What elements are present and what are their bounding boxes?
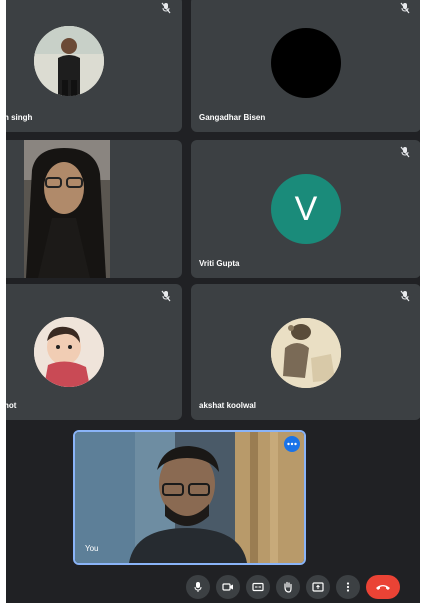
mic-icon xyxy=(194,582,202,592)
present-button[interactable] xyxy=(306,575,330,599)
captions-icon xyxy=(252,582,264,592)
mic-off-icon xyxy=(400,146,410,158)
participant-avatar xyxy=(271,28,341,98)
more-horiz-icon xyxy=(287,442,297,446)
participant-name: hot xyxy=(6,401,17,410)
self-video xyxy=(75,432,304,563)
mic-off-icon xyxy=(161,290,171,302)
participant-name: Gangadhar Bisen xyxy=(199,113,266,122)
leave-call-button[interactable] xyxy=(366,575,400,599)
participant-name: akshat koolwal xyxy=(199,401,256,410)
mic-off-icon xyxy=(400,2,410,14)
participant-tile[interactable]: Gangadhar Bisen xyxy=(191,0,420,132)
phone-end-icon xyxy=(376,585,390,590)
camera-button[interactable] xyxy=(216,575,240,599)
mic-off-icon xyxy=(400,290,410,302)
mic-off-icon xyxy=(161,2,171,14)
more-options-button[interactable] xyxy=(336,575,360,599)
meeting-stage: h singh Gangadhar Bisen i xyxy=(6,0,420,603)
captions-button[interactable] xyxy=(246,575,270,599)
avatar-letter: V xyxy=(294,189,318,228)
mic-button[interactable] xyxy=(186,575,210,599)
participant-tile[interactable]: akshat koolwal xyxy=(191,284,420,420)
participant-avatar xyxy=(271,318,341,388)
participant-name: Vriti Gupta xyxy=(199,259,240,268)
participant-avatar: V xyxy=(271,174,341,244)
participant-tile[interactable]: hot xyxy=(6,284,182,420)
participant-name: h singh xyxy=(6,113,33,122)
participant-avatar xyxy=(34,317,104,387)
self-view-tile[interactable]: You xyxy=(73,430,306,565)
call-controls-bar xyxy=(186,575,400,603)
participant-tile[interactable]: i xyxy=(6,140,182,278)
raise-hand-button[interactable] xyxy=(276,575,300,599)
hand-icon xyxy=(284,581,292,593)
participant-avatar xyxy=(34,26,104,96)
present-icon xyxy=(312,582,324,592)
participant-video xyxy=(24,140,110,278)
more-options-button[interactable] xyxy=(284,436,300,452)
participant-tile[interactable]: h singh xyxy=(6,0,182,132)
self-view-label: You xyxy=(85,544,99,553)
participant-tile[interactable]: V Vriti Gupta xyxy=(191,140,420,278)
camera-icon xyxy=(222,583,233,591)
more-vert-icon xyxy=(346,582,350,592)
